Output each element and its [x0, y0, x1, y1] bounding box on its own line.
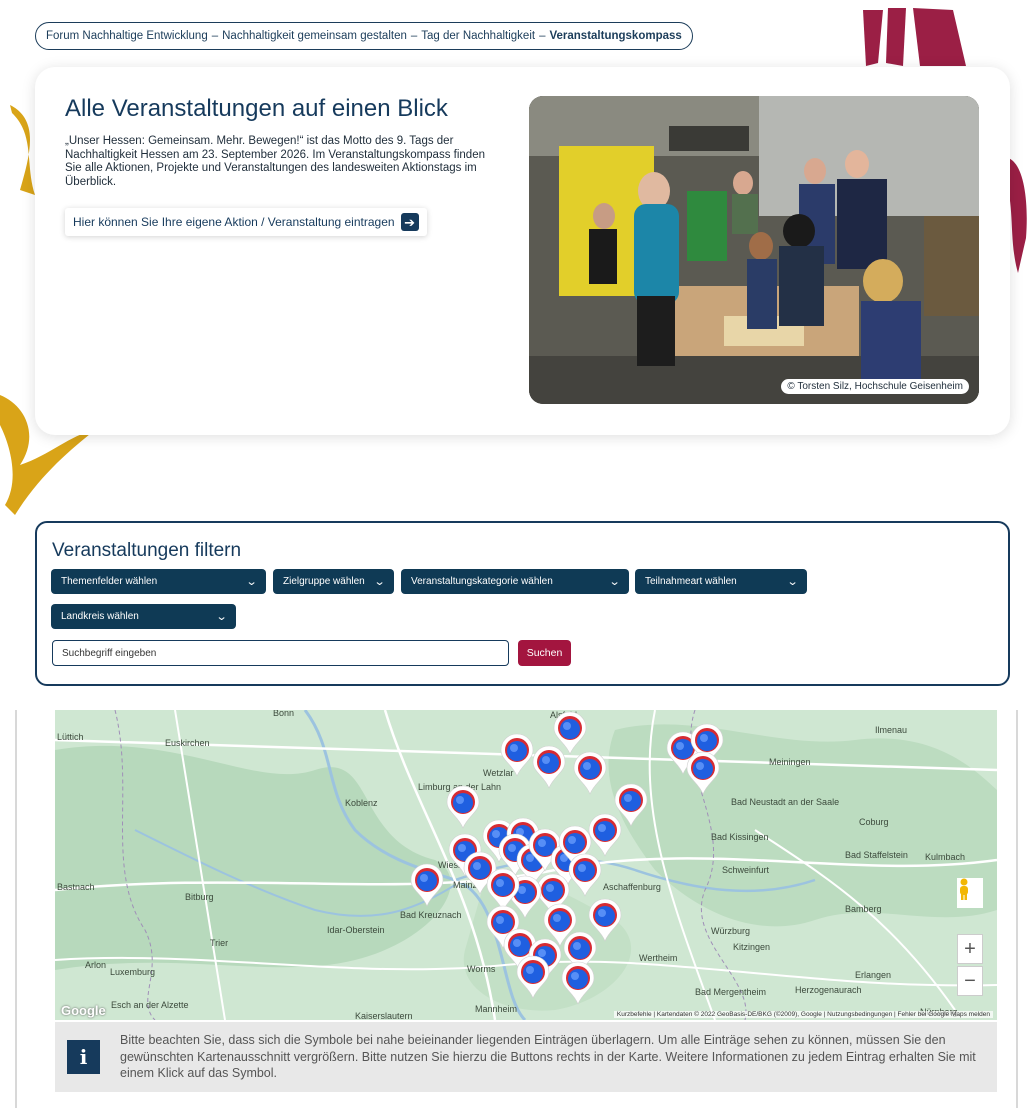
map-place-label: Koblenz — [345, 798, 378, 808]
map-place-label: Bamberg — [845, 904, 882, 914]
chevron-down-icon: ⌄ — [373, 576, 386, 588]
map-place-label: Würzburg — [711, 926, 750, 936]
map-place-label: Ilmenau — [875, 725, 907, 735]
map-section: BonnLüttichEuskirchenLimburg an der Lahn… — [15, 710, 1018, 1108]
map-place-label: Schweinfurt — [722, 865, 770, 875]
map-place-label: Arlon — [85, 960, 106, 970]
map-place-label: Mannheim — [475, 1004, 517, 1014]
breadcrumb-separator: – — [539, 30, 546, 42]
map-canvas[interactable]: BonnLüttichEuskirchenLimburg an der Lahn… — [55, 710, 997, 1020]
breadcrumb-separator: – — [211, 30, 219, 42]
map-place-label: Bastnach — [57, 882, 95, 892]
map-place-label: Erlangen — [855, 970, 891, 980]
map-attribution[interactable]: Kurzbefehle | Kartendaten © 2022 GeoBasi… — [613, 1011, 993, 1018]
map-place-label: Bad Staffelstein — [845, 850, 908, 860]
map-place-label: Wertheim — [639, 953, 677, 963]
add-event-button[interactable]: Hier können Sie Ihre eigene Aktion / Ver… — [65, 208, 427, 236]
search-button[interactable]: Suchen — [518, 640, 571, 666]
dropdown-landkreis[interactable]: Landkreis wählen ⌄ — [51, 604, 236, 629]
map-place-label: Lüttich — [57, 732, 84, 742]
breadcrumb-separator: – — [410, 30, 418, 42]
map-place-label: Coburg — [859, 817, 889, 827]
chevron-down-icon: ⌄ — [245, 576, 258, 588]
breadcrumb-link-forum[interactable]: Forum Nachhaltige Entwicklung — [46, 30, 208, 42]
map-place-label: Bonn — [273, 710, 294, 718]
dropdown-label: Teilnahmeart wählen — [645, 576, 737, 587]
zoom-out-button[interactable]: − — [957, 966, 983, 996]
hero-photo: © Torsten Silz, Hochschule Geisenheim — [529, 96, 979, 404]
map-place-label: Esch an der Alzette — [111, 1000, 189, 1010]
events-map[interactable]: BonnLüttichEuskirchenLimburg an der Lahn… — [55, 710, 997, 1020]
chevron-down-icon: ⌄ — [608, 576, 621, 588]
dropdown-themenfelder[interactable]: Themenfelder wählen ⌄ — [51, 569, 266, 594]
search-input[interactable] — [52, 640, 509, 666]
map-place-label: Bad Neustadt an der Saale — [731, 797, 839, 807]
dropdown-label: Zielgruppe wählen — [283, 576, 365, 587]
filter-panel: Veranstaltungen filtern Themenfelder wäh… — [35, 521, 1010, 686]
pegman-icon — [960, 878, 968, 900]
map-place-label: Kitzingen — [733, 942, 770, 952]
chevron-down-icon: ⌄ — [215, 611, 228, 623]
map-place-label: Idar-Oberstein — [327, 925, 385, 935]
dropdown-label: Veranstaltungskategorie wählen — [411, 576, 553, 587]
street-view-pegman[interactable] — [957, 878, 983, 908]
map-place-label: Wetzlar — [483, 768, 513, 778]
map-place-label: Meiningen — [769, 757, 811, 767]
photo-credit: © Torsten Silz, Hochschule Geisenheim — [781, 379, 969, 394]
hero-card: Alle Veranstaltungen auf einen Blick „Un… — [35, 67, 1010, 435]
dropdown-teilnahmeart[interactable]: Teilnahmeart wählen ⌄ — [635, 569, 807, 594]
map-place-label: Trier — [210, 938, 228, 948]
page-title: Alle Veranstaltungen auf einen Blick — [65, 95, 448, 122]
map-place-label: Aschaffenburg — [603, 882, 661, 892]
map-place-label: Bad Kreuznach — [400, 910, 462, 920]
map-place-label: Worms — [467, 964, 496, 974]
zoom-in-button[interactable]: + — [957, 934, 983, 964]
breadcrumb-link-tag[interactable]: Tag der Nachhaltigkeit — [421, 30, 535, 42]
map-place-label: Euskirchen — [165, 738, 210, 748]
hero-intro-text: „Unser Hessen: Gemeinsam. Mehr. Bewegen!… — [65, 135, 485, 188]
map-place-label: Bitburg — [185, 892, 214, 902]
dropdown-veranstaltungskategorie[interactable]: Veranstaltungskategorie wählen ⌄ — [401, 569, 629, 594]
filter-title: Veranstaltungen filtern — [52, 540, 242, 561]
map-place-label: Kulmbach — [925, 852, 965, 862]
dropdown-zielgruppe[interactable]: Zielgruppe wählen ⌄ — [273, 569, 394, 594]
map-place-label: Herzogenaurach — [795, 985, 862, 995]
map-info-box: i Bitte beachten Sie, dass sich die Symb… — [55, 1022, 997, 1092]
add-event-label: Hier können Sie Ihre eigene Aktion / Ver… — [73, 215, 395, 229]
breadcrumb: Forum Nachhaltige Entwicklung – Nachhalt… — [35, 22, 693, 50]
map-place-label: Luxemburg — [110, 967, 155, 977]
dropdown-label: Landkreis wählen — [61, 611, 139, 622]
map-place-label: Bad Mergentheim — [695, 987, 766, 997]
info-icon: i — [67, 1040, 100, 1074]
chevron-down-icon: ⌄ — [786, 576, 799, 588]
workshop-photo-illustration — [529, 96, 979, 404]
breadcrumb-link-nachhaltigkeit[interactable]: Nachhaltigkeit gemeinsam gestalten — [222, 30, 407, 42]
map-place-label: Kaiserslautern — [355, 1011, 413, 1020]
map-info-text: Bitte beachten Sie, dass sich die Symbol… — [120, 1033, 976, 1080]
breadcrumb-current: Veranstaltungskompass — [549, 30, 682, 42]
dropdown-label: Themenfelder wählen — [61, 576, 158, 587]
map-place-label: Bad Kissingen — [711, 832, 769, 842]
google-logo: Google — [61, 1003, 106, 1018]
arrow-right-icon: ➔ — [400, 213, 419, 231]
